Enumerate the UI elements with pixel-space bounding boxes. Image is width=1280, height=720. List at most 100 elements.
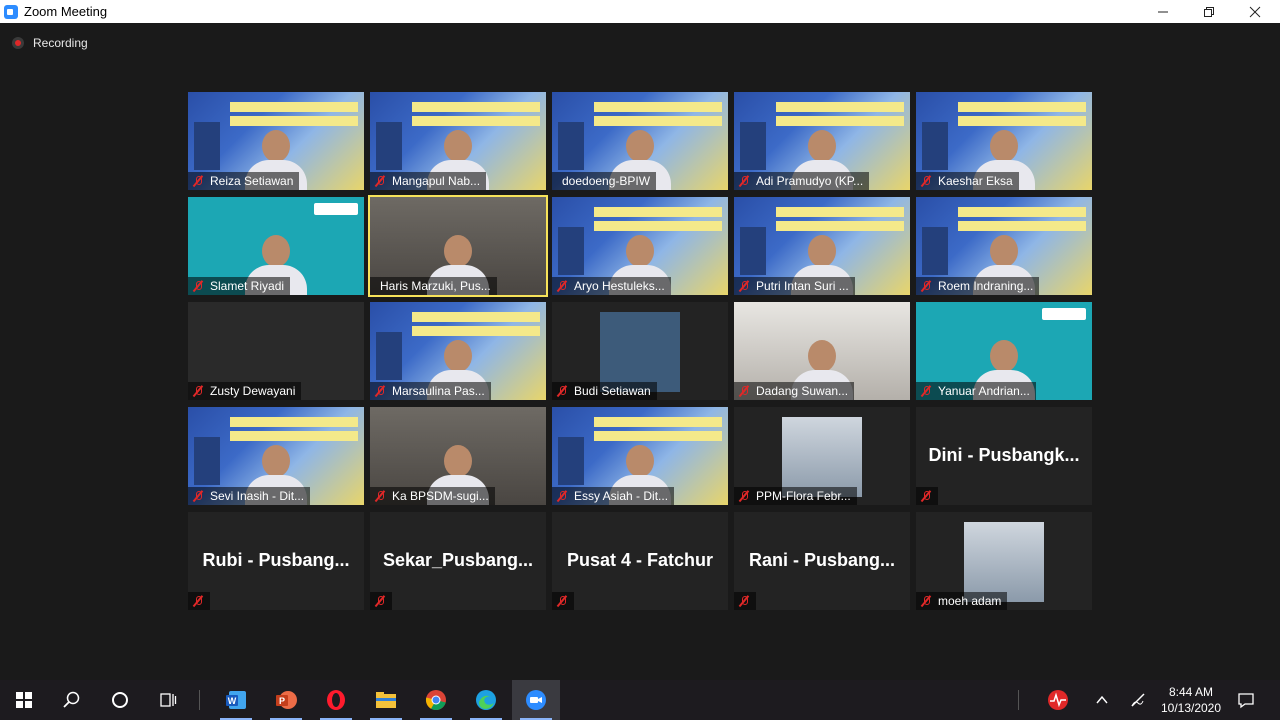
- clock-date: 10/13/2020: [1160, 701, 1222, 715]
- taskbar-zoom[interactable]: [512, 680, 560, 720]
- participant-display-name: Pusat 4 - Fatchur: [566, 550, 714, 570]
- taskbar-file-explorer[interactable]: [362, 680, 410, 720]
- minimize-button[interactable]: [1140, 0, 1186, 23]
- mic-muted-icon: [192, 175, 204, 187]
- file-explorer-icon: [376, 692, 396, 708]
- participant-name-bar: Putri Intan Suri ...: [734, 277, 855, 295]
- mic-muted-icon: [920, 175, 932, 187]
- participant-tile[interactable]: Rani - Pusbang...: [734, 512, 910, 610]
- mic-muted-icon: [738, 490, 750, 502]
- tray-heartbeat[interactable]: [1034, 680, 1082, 720]
- recording-indicator[interactable]: Recording: [12, 36, 88, 50]
- windows-start-icon: [16, 692, 32, 708]
- participant-tile[interactable]: Zusty Dewayani: [188, 302, 364, 400]
- participant-name-bar: Adi Pramudyo (KP...: [734, 172, 870, 190]
- mic-muted-icon: [556, 595, 568, 607]
- mic-muted-icon: [738, 385, 750, 397]
- zoom-app-icon: [4, 4, 18, 19]
- participant-tile[interactable]: Slamet Riyadi: [188, 197, 364, 295]
- participant-name-bar: Dadang Suwan...: [734, 382, 855, 400]
- participant-name: doedoeng-BPIW: [562, 174, 651, 188]
- participant-tile[interactable]: moeh adam: [916, 512, 1092, 610]
- participant-tile[interactable]: Kaeshar Eksa: [916, 92, 1092, 190]
- taskbar-word[interactable]: W: [212, 680, 260, 720]
- participant-tile[interactable]: Dadang Suwan...: [734, 302, 910, 400]
- participant-tile[interactable]: Sevi Inasih - Dit...: [188, 407, 364, 505]
- taskbar-opera[interactable]: [312, 680, 360, 720]
- mic-muted-icon: [556, 385, 568, 397]
- search-button[interactable]: [48, 680, 96, 720]
- participant-tile[interactable]: Pusat 4 - Fatchur: [552, 512, 728, 610]
- participant-name-bar: Aryo Hestuleks...: [552, 277, 671, 295]
- zoom-icon: [526, 690, 546, 710]
- mic-muted-icon: [920, 595, 932, 607]
- windows-taskbar: W P 8:44 AM 10/13/2020: [0, 680, 1280, 720]
- participant-tile[interactable]: Reiza Setiawan: [188, 92, 364, 190]
- taskbar-chrome[interactable]: [412, 680, 460, 720]
- participant-name: Mangapul Nab...: [392, 174, 481, 188]
- task-view-button[interactable]: [144, 680, 192, 720]
- svg-text:W: W: [228, 696, 237, 706]
- participant-name-bar: doedoeng-BPIW: [552, 172, 657, 190]
- participant-tile[interactable]: Yanuar Andrian...: [916, 302, 1092, 400]
- mic-muted-icon: [374, 595, 386, 607]
- window-title: Zoom Meeting: [24, 4, 108, 19]
- participant-name-bar: Essy Asiah - Dit...: [552, 487, 675, 505]
- title-bar: Zoom Meeting: [0, 0, 1280, 23]
- notification-center-button[interactable]: [1222, 680, 1270, 720]
- participant-tile[interactable]: Putri Intan Suri ...: [734, 197, 910, 295]
- participant-tile[interactable]: Ka BPSDM-sugi...: [370, 407, 546, 505]
- participant-name-bar: Kaeshar Eksa: [916, 172, 1019, 190]
- mic-muted-icon: [556, 490, 568, 502]
- system-clock[interactable]: 8:44 AM 10/13/2020: [1158, 684, 1224, 716]
- close-button[interactable]: [1232, 0, 1278, 23]
- participant-name: Sevi Inasih - Dit...: [210, 489, 305, 503]
- gallery-view-grid: Reiza Setiawan Mangapul Nab... doedoeng-BP…: [188, 92, 1092, 610]
- mic-muted-icon: [374, 490, 386, 502]
- participant-tile[interactable]: Marsaulina Pas...: [370, 302, 546, 400]
- participant-name: Marsaulina Pas...: [392, 384, 485, 398]
- participant-tile[interactable]: Roem Indraning...: [916, 197, 1092, 295]
- participant-tile[interactable]: Aryo Hestuleks...: [552, 197, 728, 295]
- participant-name-bar: [552, 592, 574, 610]
- participant-tile[interactable]: Adi Pramudyo (KP...: [734, 92, 910, 190]
- taskbar-edge[interactable]: [462, 680, 510, 720]
- recording-label: Recording: [33, 36, 88, 50]
- taskbar-separator: [1018, 690, 1019, 710]
- participant-name: Aryo Hestuleks...: [574, 279, 665, 293]
- cortana-icon: [112, 692, 128, 708]
- participant-tile[interactable]: Essy Asiah - Dit...: [552, 407, 728, 505]
- svg-text:P: P: [279, 696, 285, 706]
- participant-name-bar: Sevi Inasih - Dit...: [188, 487, 311, 505]
- participant-tile[interactable]: Sekar_Pusbang...: [370, 512, 546, 610]
- participant-display-name: Dini - Pusbangk...: [928, 445, 1080, 465]
- participant-name-bar: Slamet Riyadi: [188, 277, 291, 295]
- participant-tile[interactable]: doedoeng-BPIW: [552, 92, 728, 190]
- participant-name-bar: Budi Setiawan: [552, 382, 657, 400]
- participant-tile[interactable]: Mangapul Nab...: [370, 92, 546, 190]
- taskbar-separator: [199, 690, 200, 710]
- participant-name: Kaeshar Eksa: [938, 174, 1013, 188]
- powerpoint-icon: P: [276, 691, 297, 709]
- word-icon: W: [226, 691, 246, 709]
- mic-muted-icon: [192, 595, 204, 607]
- tray-pen[interactable]: [1114, 680, 1162, 720]
- participant-tile[interactable]: Rubi - Pusbang...: [188, 512, 364, 610]
- clock-time: 8:44 AM: [1168, 685, 1214, 699]
- participant-tile[interactable]: PPM-Flora Febr...: [734, 407, 910, 505]
- mic-muted-icon: [192, 385, 204, 397]
- restore-button[interactable]: [1186, 0, 1232, 23]
- participant-name: Zusty Dewayani: [210, 384, 296, 398]
- profile-picture: [600, 312, 680, 392]
- participant-name: Putri Intan Suri ...: [756, 279, 849, 293]
- cortana-button[interactable]: [96, 680, 144, 720]
- participant-name-bar: Ka BPSDM-sugi...: [370, 487, 495, 505]
- taskbar-powerpoint[interactable]: P: [262, 680, 310, 720]
- participant-tile[interactable]: Budi Setiawan: [552, 302, 728, 400]
- opera-icon: [327, 690, 345, 710]
- start-button[interactable]: [0, 680, 48, 720]
- task-view-icon: [160, 693, 177, 707]
- participant-tile[interactable]: Dini - Pusbangk...: [916, 407, 1092, 505]
- participant-tile[interactable]: Haris Marzuki, Pus...: [368, 195, 548, 297]
- mic-muted-icon: [738, 175, 750, 187]
